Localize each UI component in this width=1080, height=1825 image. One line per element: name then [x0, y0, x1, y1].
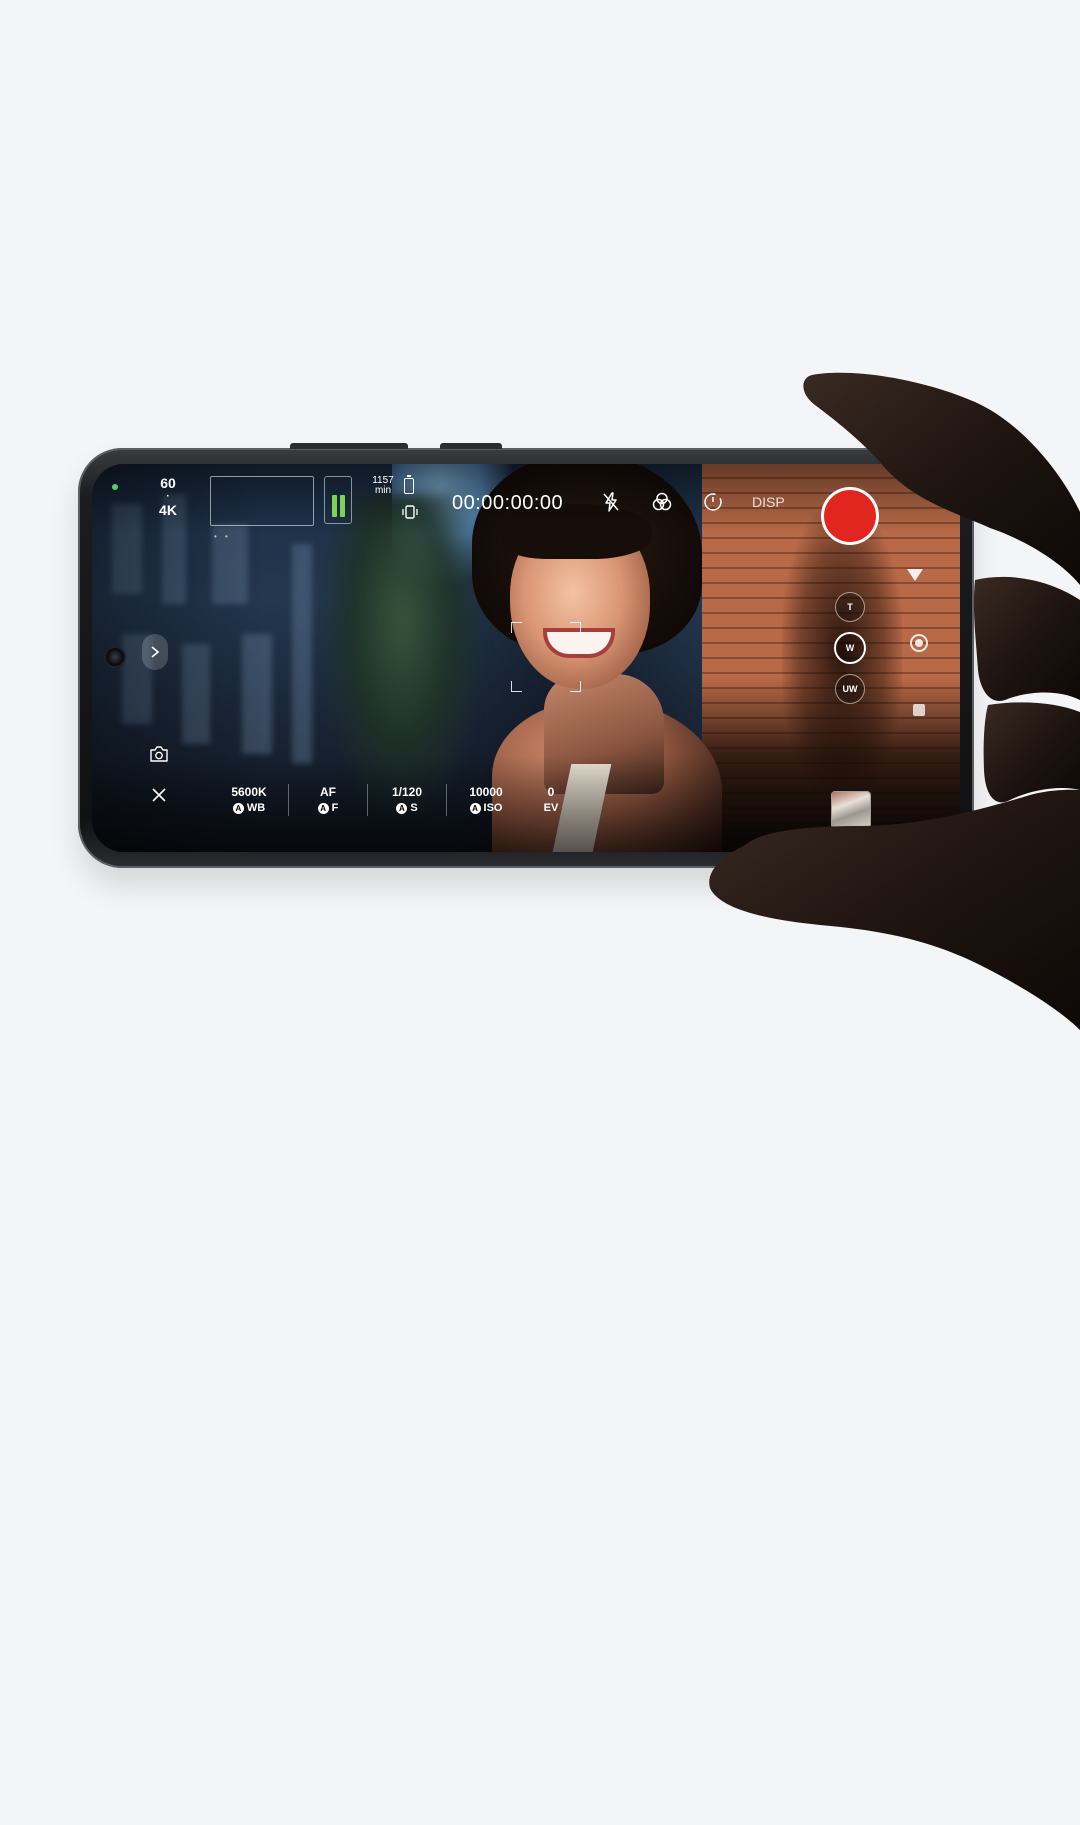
param-label: F [331, 802, 339, 814]
page-indicator-dots: • • [214, 532, 231, 541]
audio-waveform-panel[interactable] [210, 476, 314, 526]
camera-viewfinder: 60 · 4K • • 1157 min 00:00:00:00 DISP T … [92, 464, 960, 852]
page: 60 · 4K • • 1157 min 00:00:00:00 DISP T … [0, 0, 1080, 1825]
volume-button [290, 443, 408, 449]
power-button [440, 443, 502, 449]
param-value: 0 [547, 785, 555, 799]
param-label: S [410, 802, 418, 814]
param-label: EV [543, 802, 559, 814]
front-camera-cutout [106, 648, 124, 666]
remaining-time-unit: min [374, 485, 392, 496]
phone-device: 60 · 4K • • 1157 min 00:00:00:00 DISP T … [78, 443, 974, 868]
timer-icon[interactable] [701, 490, 725, 514]
photo-mode-icon[interactable] [910, 634, 928, 652]
audio-level-bar-right [339, 495, 345, 517]
audio-level-bar-left [331, 495, 337, 517]
param-white-balance[interactable]: 5600K A WB [210, 782, 288, 818]
param-shutter-speed[interactable]: 1/120 AS [368, 782, 446, 818]
format-selector[interactable]: 60 · 4K [148, 474, 188, 520]
lens-wide-button[interactable]: W [834, 632, 866, 664]
lens-telephoto-button[interactable]: T [835, 592, 865, 622]
switch-camera-icon[interactable] [148, 744, 170, 764]
record-button[interactable] [824, 490, 876, 542]
battery-icon [404, 475, 414, 494]
param-value: 5600K [231, 785, 267, 799]
stop-icon[interactable] [913, 704, 925, 716]
chevron-right-icon [151, 646, 160, 658]
auto-badge: A [469, 802, 481, 814]
resolution-label: 4K [159, 502, 177, 518]
flash-off-icon[interactable] [599, 490, 623, 514]
camera-overlay: 60 · 4K • • 1157 min 00:00:00:00 DISP T … [92, 464, 960, 852]
dropdown-triangle-icon[interactable] [907, 569, 923, 581]
color-filter-icon[interactable] [650, 490, 674, 514]
display-toggle-button[interactable]: DISP [752, 494, 785, 510]
focus-tracking-frame [511, 622, 581, 692]
param-value: 10000 [469, 785, 503, 799]
param-focus[interactable]: AF AF [289, 782, 367, 818]
remaining-recording-time: 1157 min [368, 476, 398, 496]
param-value: 1/120 [391, 785, 423, 799]
vibrate-icon [402, 505, 418, 519]
manual-parameters-bar: 5600K A WB AF AF 1/120 AS 10000 A ISO 0 … [210, 782, 577, 818]
gallery-thumbnail[interactable] [832, 792, 870, 828]
param-iso[interactable]: 10000 A ISO [447, 782, 525, 818]
hand-holding-phone [709, 372, 1080, 1030]
auto-badge: A [317, 802, 329, 814]
param-value: AF [320, 785, 336, 799]
status-indicator-dot [112, 484, 118, 490]
param-exposure-value[interactable]: 0 EV [525, 782, 577, 818]
close-icon[interactable] [150, 786, 168, 804]
lens-ultrawide-button[interactable]: UW [835, 674, 865, 704]
audio-level-meter[interactable] [324, 476, 352, 524]
format-separator: · [166, 491, 170, 502]
timecode-display: 00:00:00:00 [452, 492, 564, 514]
param-label: ISO [483, 802, 503, 814]
auto-badge: A [396, 802, 408, 814]
param-label: WB [246, 802, 266, 814]
auto-badge: A [232, 802, 244, 814]
expand-panel-button[interactable] [142, 634, 168, 670]
